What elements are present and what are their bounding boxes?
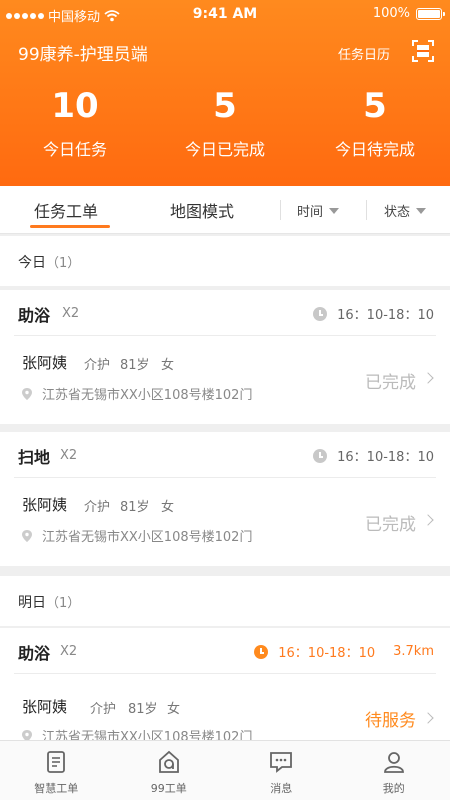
clock-icon	[313, 448, 328, 463]
bottom-tab-bar: 智慧工单 99工单 消息 我的	[0, 740, 450, 800]
service-time: 16：10-18：10	[313, 304, 434, 323]
service-time: 16：10-18：10 3.7km	[254, 642, 434, 661]
battery-text: 100%	[372, 6, 410, 21]
tab-work-order[interactable]: 任务工单	[34, 198, 98, 222]
time-range: 16：10-18：10	[337, 450, 434, 465]
section-count: （1）	[46, 596, 81, 611]
section-today: 今日（1）	[0, 236, 450, 286]
distance: 3.7km	[393, 644, 434, 659]
service-name: 助浴	[18, 644, 51, 663]
status-badge: 已完成	[365, 515, 416, 535]
stat-label: 今日待完成	[334, 140, 415, 159]
address-text: 江苏省无锡市XX小区108号楼102门	[42, 388, 253, 403]
stats-row: 10 今日任务 5 今日已完成 5 今日待完成	[0, 86, 450, 160]
stat-today-tasks[interactable]: 10 今日任务	[0, 86, 150, 160]
service-multiplier: X2	[60, 644, 78, 659]
tab-label: 99工单	[150, 782, 187, 795]
app-title: 99康养-护理员端	[18, 45, 148, 65]
section-label: 今日	[18, 255, 46, 271]
filter-time-label: 时间	[297, 205, 324, 220]
tab-label: 我的	[382, 782, 405, 795]
task-card[interactable]: 助浴 X2 16：10-18：10 3.7km 张阿姨 介护 81岁 女 江苏省…	[0, 628, 450, 740]
client-role: 介护	[90, 702, 117, 717]
service-name: 扫地	[18, 448, 51, 467]
client-age: 81岁	[128, 702, 158, 717]
tab-smart-order[interactable]: 智慧工单	[0, 741, 113, 800]
service-multiplier: X2	[62, 306, 80, 321]
section-tomorrow: 明日（1）	[0, 576, 450, 626]
document-icon	[47, 751, 66, 773]
address: 江苏省无锡市XX小区108号楼102门	[22, 726, 252, 740]
tab-bar-top: 任务工单 地图模式 时间 状态	[0, 186, 450, 234]
chevron-right-icon	[422, 514, 434, 526]
chevron-right-icon	[422, 372, 434, 384]
status-badge: 待服务	[365, 711, 416, 731]
client-role: 介护	[84, 500, 111, 515]
stat-value: 10	[51, 86, 99, 126]
client-name: 张阿姨	[22, 698, 68, 716]
client-age: 81岁	[120, 358, 150, 373]
stat-today-completed[interactable]: 5 今日已完成	[150, 86, 300, 160]
stat-label: 今日任务	[42, 140, 107, 159]
client-gender: 女	[167, 702, 181, 717]
client-gender: 女	[161, 358, 175, 373]
service-time: 16：10-18：10	[313, 446, 434, 465]
address: 江苏省无锡市XX小区108号楼102门	[22, 526, 252, 545]
tab-active-indicator	[30, 225, 110, 228]
section-label: 明日	[18, 595, 46, 611]
message-icon	[270, 752, 293, 773]
stat-today-pending[interactable]: 5 今日待完成	[300, 86, 450, 160]
person-icon	[383, 752, 404, 773]
caret-down-icon	[329, 207, 340, 214]
tab-messages[interactable]: 消息	[225, 741, 338, 800]
stat-value: 5	[213, 86, 237, 126]
address-text: 江苏省无锡市XX小区108号楼102门	[42, 730, 253, 740]
chevron-right-icon	[422, 712, 434, 724]
section-count: （1）	[46, 256, 81, 271]
time-range: 16：10-18：10	[278, 646, 376, 661]
tab-label: 消息	[270, 782, 293, 795]
clock-icon	[254, 644, 269, 659]
task-calendar-link[interactable]: 任务日历	[338, 44, 390, 63]
client-age: 81岁	[120, 500, 150, 515]
client-gender: 女	[161, 500, 175, 515]
tab-label: 智慧工单	[34, 782, 79, 795]
status-badge: 已完成	[365, 373, 416, 393]
filter-status-label: 状态	[384, 205, 411, 220]
tab-mine[interactable]: 我的	[338, 741, 450, 800]
battery-icon	[416, 7, 445, 20]
divider	[280, 200, 281, 220]
card-header: 助浴 X2 16：10-18：10 3.7km	[14, 628, 436, 674]
status-bar: 中国移动 9:41 AM 100%	[0, 0, 450, 30]
filter-status[interactable]: 状态	[384, 201, 427, 220]
tab-99-order[interactable]: 99工单	[113, 741, 226, 800]
task-card[interactable]: 扫地 X2 16：10-18：10 张阿姨 介护 81岁 女 江苏省无锡市XX小…	[0, 432, 450, 566]
tab-map-mode[interactable]: 地图模式	[170, 198, 234, 222]
client-name: 张阿姨	[22, 496, 68, 514]
location-pin-icon	[22, 387, 32, 400]
address: 江苏省无锡市XX小区108号楼102门	[22, 384, 252, 403]
service-multiplier: X2	[60, 448, 78, 463]
location-pin-icon	[22, 529, 32, 542]
status-right: 100%	[372, 6, 445, 21]
scan-icon[interactable]	[412, 40, 434, 62]
time-range: 16：10-18：10	[337, 308, 434, 323]
caret-down-icon	[416, 207, 427, 214]
location-pin-icon	[22, 729, 32, 740]
filter-time[interactable]: 时间	[297, 201, 340, 220]
header: 中国移动 9:41 AM 100% 99康养-护理员端 任务日历 10 今日任务…	[0, 0, 450, 186]
card-header: 扫地 X2 16：10-18：10	[14, 432, 436, 478]
task-card[interactable]: 助浴 X2 16：10-18：10 张阿姨 介护 81岁 女 江苏省无锡市XX小…	[0, 290, 450, 424]
service-name: 助浴	[18, 306, 51, 325]
divider	[366, 200, 367, 220]
client-name: 张阿姨	[22, 354, 68, 372]
house-icon	[158, 750, 179, 773]
client-role: 介护	[84, 358, 111, 373]
address-text: 江苏省无锡市XX小区108号楼102门	[42, 530, 253, 545]
card-header: 助浴 X2 16：10-18：10	[14, 290, 436, 336]
stat-label: 今日已完成	[184, 140, 265, 159]
clock-icon	[313, 306, 328, 321]
stat-value: 5	[363, 86, 387, 126]
